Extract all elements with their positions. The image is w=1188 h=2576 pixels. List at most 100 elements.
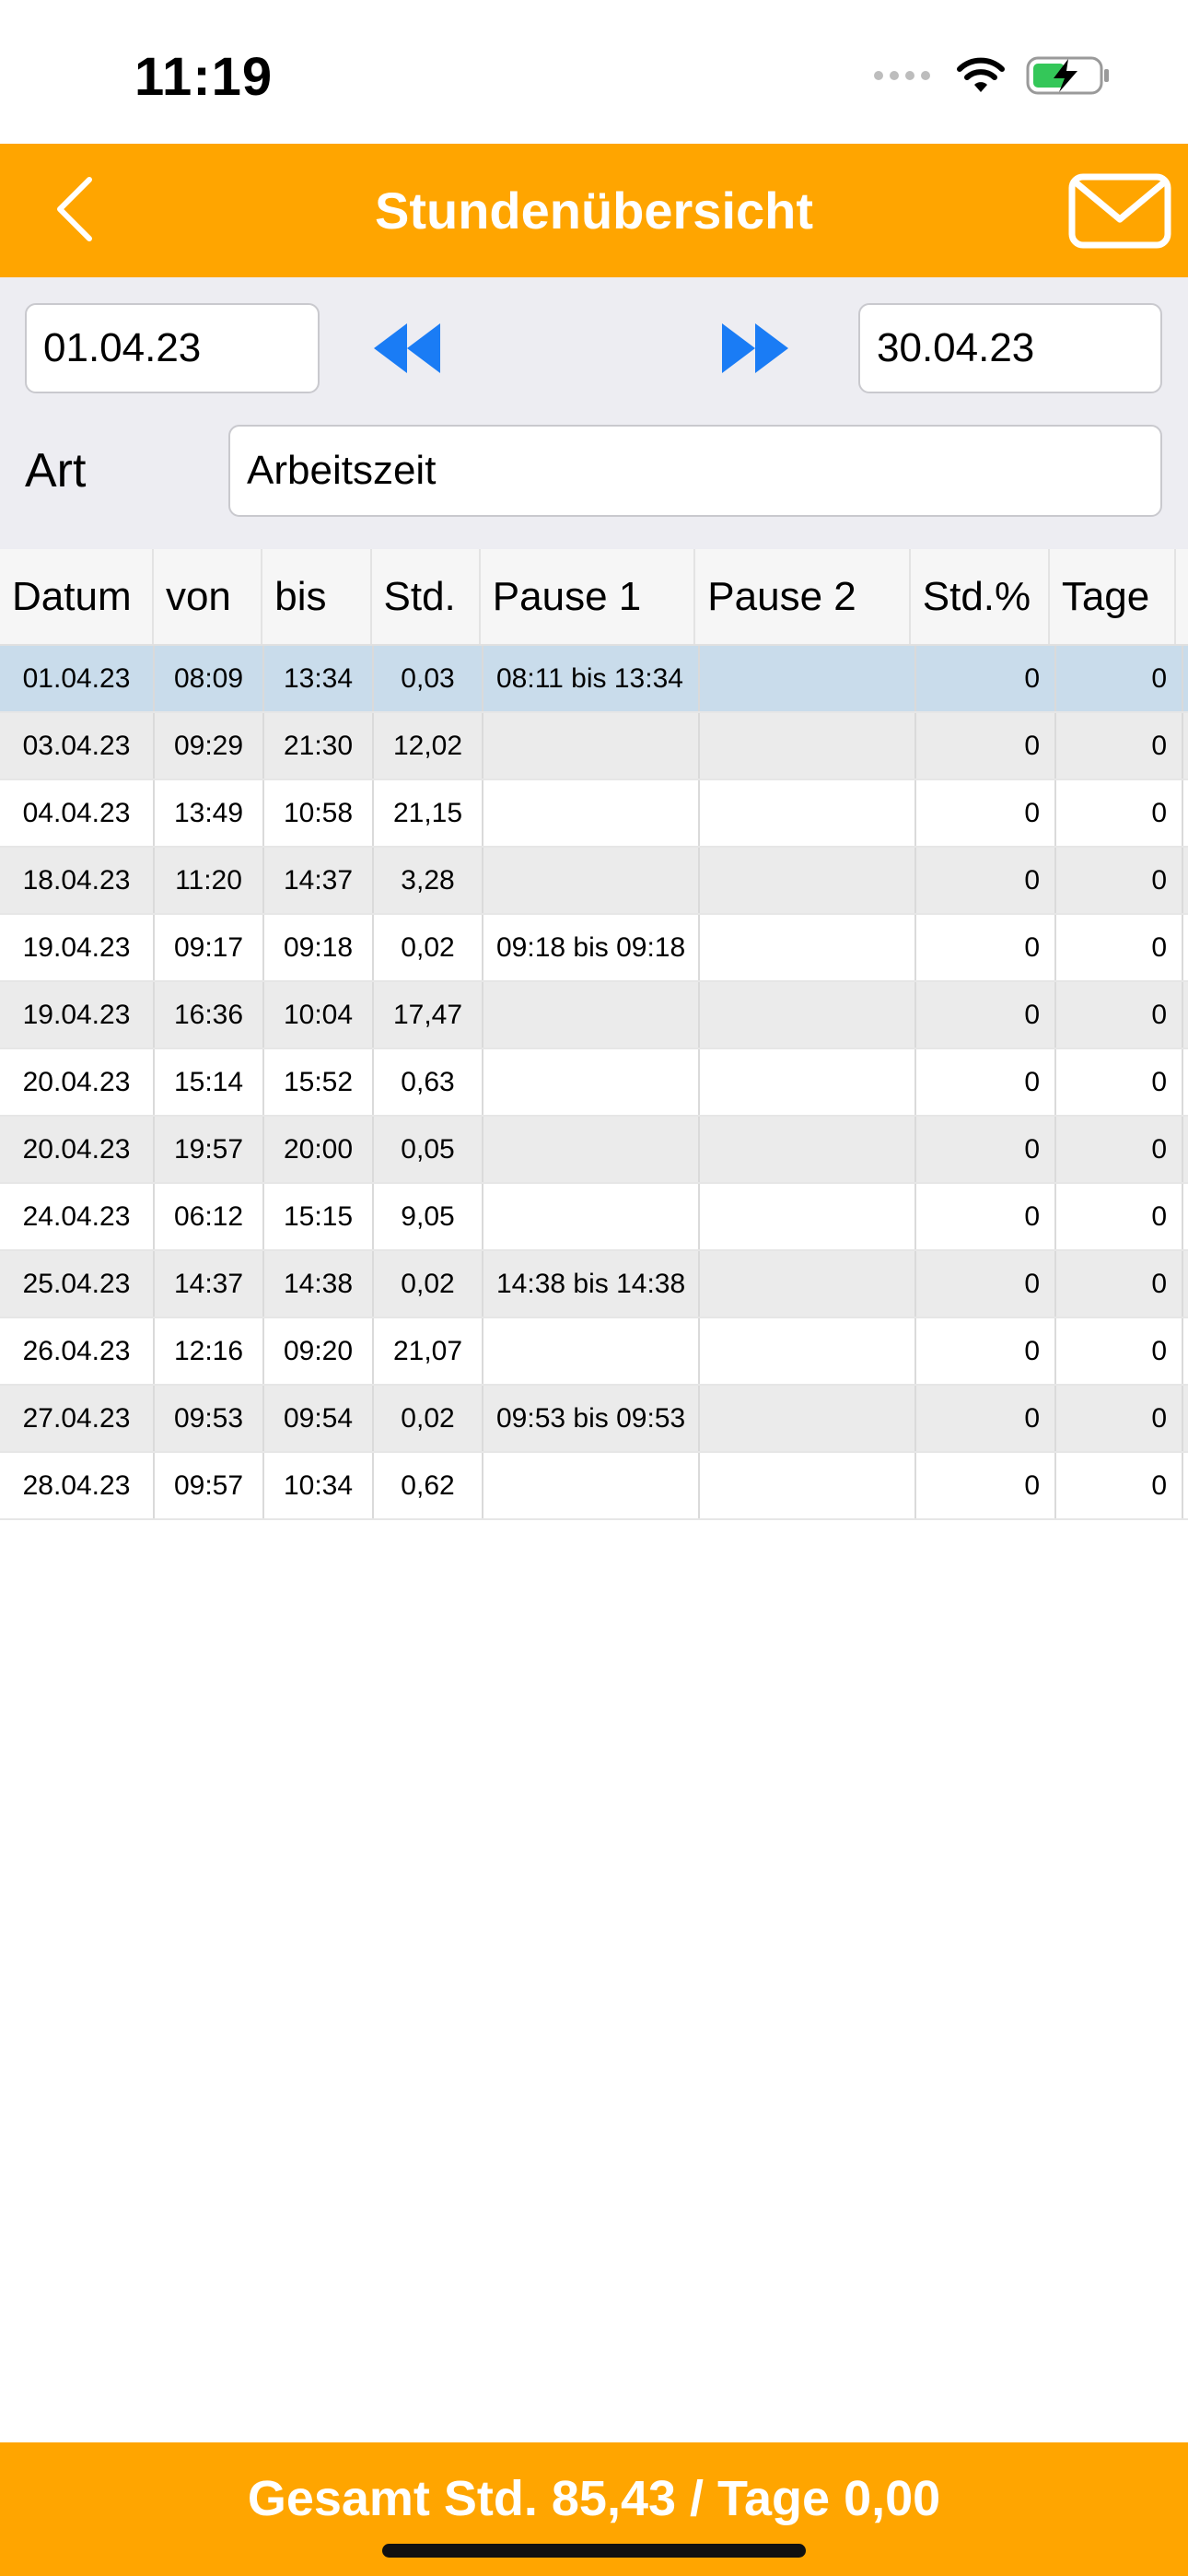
table-body: 01.04.23 08:09 13:34 0,03 08:11 bis 13:34 0 0 0… <box>0 646 1188 1520</box>
status-icons <box>873 55 1111 100</box>
cell-pause2 <box>700 982 916 1048</box>
cell-bis: 09:18 <box>264 915 374 980</box>
column-header-std[interactable]: Std. <box>372 549 481 644</box>
cell-pause1: 08:11 bis 13:34 <box>483 646 700 711</box>
mail-button[interactable] <box>1068 173 1171 249</box>
cell-tage: 0 <box>1056 1251 1183 1317</box>
table-row[interactable]: 03.04.23 09:29 21:30 12,02 0 0 <box>0 713 1188 780</box>
cell-stdp: 0 <box>916 848 1056 913</box>
cell-pause1 <box>483 1117 700 1182</box>
cell-stdp: 0 <box>916 1318 1056 1384</box>
cell-bis: 09:54 <box>264 1386 374 1451</box>
status-bar: 11:19 <box>0 0 1188 144</box>
cell-bis: 13:34 <box>264 646 374 711</box>
table-row[interactable]: 20.04.23 19:57 20:00 0,05 0 0 <box>0 1117 1188 1184</box>
column-header-von[interactable]: von <box>154 549 263 644</box>
cell-datum: 01.04.23 <box>0 646 155 711</box>
hours-table: Datum von bis Std. Pause 1 Pause 2 Std.%… <box>0 549 1188 1520</box>
table-row[interactable]: 24.04.23 06:12 15:15 9,05 0 0 <box>0 1184 1188 1251</box>
battery-charging-icon <box>1026 55 1111 100</box>
cell-overflow <box>1183 915 1188 980</box>
cell-pause1 <box>483 1049 700 1115</box>
cell-stdp: 0 <box>916 1251 1056 1317</box>
cell-std: 0,02 <box>374 915 483 980</box>
table-row[interactable]: 19.04.23 16:36 10:04 17,47 0 0 <box>0 982 1188 1049</box>
cell-pause2 <box>700 915 916 980</box>
cell-stdp: 0 <box>916 1184 1056 1249</box>
cell-bis: 10:58 <box>264 780 374 846</box>
total-summary: Gesamt Std. 85,43 / Tage 0,00 <box>247 2471 941 2526</box>
cell-overflow <box>1183 1386 1188 1451</box>
cell-datum: 24.04.23 <box>0 1184 155 1249</box>
cellular-signal-icon <box>873 68 936 88</box>
cell-std: 21,15 <box>374 780 483 846</box>
art-label: Art <box>25 444 87 498</box>
cell-bis: 14:37 <box>264 848 374 913</box>
table-row[interactable]: 26.04.23 12:16 09:20 21,07 0 0 <box>0 1318 1188 1386</box>
cell-std: 0,05 <box>374 1117 483 1182</box>
cell-overflow <box>1183 1049 1188 1115</box>
cell-pause2 <box>700 1453 916 1518</box>
column-header-pause2[interactable]: Pause 2 <box>695 549 911 644</box>
column-header-datum[interactable]: Datum <box>0 549 154 644</box>
date-to-field[interactable]: 30.04.23 <box>858 303 1162 393</box>
previous-period-button[interactable] <box>368 318 451 379</box>
cell-pause2 <box>700 780 916 846</box>
cell-von: 08:09 <box>155 646 264 711</box>
cell-pause1 <box>483 713 700 779</box>
cell-pause2 <box>700 1117 916 1182</box>
column-header-pause1[interactable]: Pause 1 <box>481 549 696 644</box>
cell-std: 0,62 <box>374 1453 483 1518</box>
cell-stdp: 0 <box>916 713 1056 779</box>
back-button[interactable] <box>33 171 116 251</box>
cell-von: 12:16 <box>155 1318 264 1384</box>
table-row[interactable]: 27.04.23 09:53 09:54 0,02 09:53 bis 09:53 0 0 <box>0 1386 1188 1453</box>
wifi-icon <box>956 57 1006 99</box>
cell-datum: 26.04.23 <box>0 1318 155 1384</box>
cell-overflow <box>1183 1117 1188 1182</box>
cell-datum: 27.04.23 <box>0 1386 155 1451</box>
page-title: Stundenübersicht <box>374 181 814 240</box>
column-header-bis[interactable]: bis <box>262 549 372 644</box>
table-row[interactable]: 19.04.23 09:17 09:18 0,02 09:18 bis 09:18 0 0 <box>0 915 1188 982</box>
cell-pause2 <box>700 848 916 913</box>
cell-std: 3,28 <box>374 848 483 913</box>
cell-tage: 0 <box>1056 713 1183 779</box>
cell-pause2 <box>700 1184 916 1249</box>
cell-von: 16:36 <box>155 982 264 1048</box>
cell-von: 13:49 <box>155 780 264 846</box>
cell-stdp: 0 <box>916 915 1056 980</box>
mail-icon <box>1068 173 1171 252</box>
cell-overflow <box>1183 848 1188 913</box>
cell-tage: 0 <box>1056 1184 1183 1249</box>
column-header-std-percent[interactable]: Std.% <box>911 549 1050 644</box>
cell-bis: 15:52 <box>264 1049 374 1115</box>
table-row[interactable]: 20.04.23 15:14 15:52 0,63 0 0 <box>0 1049 1188 1117</box>
table-row[interactable]: 04.04.23 13:49 10:58 21,15 0 0 <box>0 780 1188 848</box>
status-time: 11:19 <box>134 47 274 107</box>
column-header-tage[interactable]: Tage <box>1050 549 1176 644</box>
cell-tage: 0 <box>1056 1049 1183 1115</box>
next-period-button[interactable] <box>716 318 799 379</box>
art-select[interactable]: Arbeitszeit <box>228 425 1162 517</box>
table-row[interactable]: 28.04.23 09:57 10:34 0,62 0 0 <box>0 1453 1188 1520</box>
cell-bis: 10:34 <box>264 1453 374 1518</box>
cell-pause2 <box>700 1049 916 1115</box>
cell-datum: 04.04.23 <box>0 780 155 846</box>
cell-datum: 03.04.23 <box>0 713 155 779</box>
chevron-left-icon <box>54 176 95 247</box>
filter-area: 01.04.23 30.04.23 Art Arbeitszeit <box>0 277 1188 549</box>
cell-tage: 0 <box>1056 915 1183 980</box>
table-row[interactable]: 18.04.23 11:20 14:37 3,28 0 0 <box>0 848 1188 915</box>
cell-pause1 <box>483 982 700 1048</box>
date-from-field[interactable]: 01.04.23 <box>25 303 320 393</box>
cell-bis: 14:38 <box>264 1251 374 1317</box>
cell-overflow <box>1183 1318 1188 1384</box>
table-row[interactable]: 25.04.23 14:37 14:38 0,02 14:38 bis 14:38 0 0 <box>0 1251 1188 1318</box>
cell-pause1 <box>483 780 700 846</box>
home-indicator <box>382 2544 806 2558</box>
cell-tage: 0 <box>1056 848 1183 913</box>
cell-pause1 <box>483 1184 700 1249</box>
table-row[interactable]: 01.04.23 08:09 13:34 0,03 08:11 bis 13:34 0 0 <box>0 646 1188 713</box>
cell-von: 15:14 <box>155 1049 264 1115</box>
